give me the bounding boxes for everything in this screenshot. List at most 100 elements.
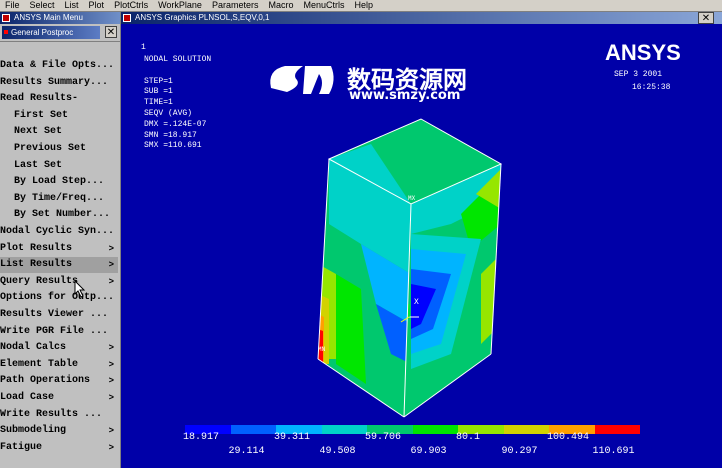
submenu-arrow-icon: > xyxy=(108,343,114,354)
menu-file[interactable]: File xyxy=(0,0,25,11)
legend-color-swatch xyxy=(412,425,458,434)
main-menu-item-label: Nodal Calcs xyxy=(0,342,67,354)
menu-parameters[interactable]: Parameters xyxy=(207,0,264,11)
legend-tick-label: 29.114 xyxy=(228,446,265,457)
main-menu-item-label: Last Set xyxy=(14,159,63,171)
main-menu-item[interactable]: Next Set xyxy=(0,124,118,140)
menu-menuctrls[interactable]: MenuCtrls xyxy=(298,0,349,11)
menu-help[interactable]: Help xyxy=(350,0,379,11)
submenu-arrow-icon: > xyxy=(108,442,114,453)
main-menu-window: ANSYS Main Menu General Postproc ✕ Data … xyxy=(0,12,122,468)
legend-color-swatch xyxy=(321,425,367,434)
main-menu-item-label: First Set xyxy=(14,109,69,121)
main-menu-item-label: By Load Step... xyxy=(14,176,105,188)
general-postproc-label: General Postproc xyxy=(11,28,74,37)
submenu-arrow-icon: > xyxy=(108,376,114,387)
main-menu-titlebar[interactable]: ANSYS Main Menu xyxy=(0,12,120,24)
legend-tick-label: 69.903 xyxy=(410,446,447,457)
menu-select[interactable]: Select xyxy=(25,0,60,11)
main-menu-item[interactable]: Write Results ... xyxy=(0,407,118,423)
main-menu-item[interactable]: Last Set xyxy=(0,158,118,174)
main-menu-item[interactable]: Path Operations > xyxy=(0,373,118,389)
legend-tick-label: 59.706 xyxy=(365,432,402,443)
main-menu-item[interactable]: Nodal Calcs > xyxy=(0,340,118,356)
main-menu-item-label: Write Results ... xyxy=(0,408,103,420)
main-menu-item-label: By Set Number... xyxy=(14,209,111,221)
submenu-arrow-icon: > xyxy=(108,393,114,403)
menu-plotctrls[interactable]: PlotCtrls xyxy=(109,0,153,11)
legend-tick-label: 49.508 xyxy=(319,446,356,457)
main-menu-item-label: Fatigue xyxy=(0,441,43,453)
main-menu-item-label: Next Set xyxy=(14,126,63,138)
main-menu-item-label: Load Case xyxy=(0,392,55,403)
mn-marker: MN xyxy=(318,346,326,353)
main-menu-item[interactable]: Read Results- xyxy=(0,91,118,107)
main-menu-item-label: Query Results xyxy=(0,275,79,287)
main-menu-item-label: Options for Outp... xyxy=(0,292,115,304)
collapse-indicator-icon xyxy=(4,30,8,34)
menu-list[interactable]: List xyxy=(60,0,84,11)
axis-x-label: X xyxy=(414,298,419,307)
legend-tick-label: 90.297 xyxy=(501,446,538,457)
legend-color-swatch xyxy=(594,425,640,434)
menu-plot[interactable]: Plot xyxy=(84,0,110,11)
ansys-window-icon xyxy=(2,14,10,22)
main-menu-item[interactable]: Write PGR File ... xyxy=(0,324,118,340)
main-menu-item[interactable]: Submodeling > xyxy=(0,423,118,439)
main-menu-item[interactable]: By Set Number... xyxy=(0,207,118,223)
main-menu-item[interactable]: By Time/Freq... xyxy=(0,191,118,207)
mouse-cursor-icon xyxy=(74,280,86,298)
main-menu-item[interactable]: Results Summary... xyxy=(0,75,118,91)
submenu-arrow-icon: > xyxy=(108,260,114,271)
main-menu-item[interactable]: List Results > xyxy=(0,257,118,274)
main-menu-item[interactable]: Element Table > xyxy=(0,357,118,373)
legend-tick-label: 100.494 xyxy=(547,432,590,443)
main-menu-item-label: Results Viewer ... xyxy=(0,309,109,320)
legend-tick-label: 110.691 xyxy=(592,446,635,457)
main-menu-item[interactable]: By Load Step... xyxy=(0,174,118,190)
main-menu-item[interactable]: Query Results > xyxy=(0,274,118,290)
main-menu-item-label: Data & File Opts... xyxy=(0,60,115,71)
submenu-arrow-icon: > xyxy=(108,276,114,287)
main-menu-item[interactable]: Options for Outp... xyxy=(0,290,118,306)
main-menu-item[interactable]: Results Viewer ... xyxy=(0,307,118,323)
main-menu-item-label: Path Operations xyxy=(0,375,91,387)
graphics-titlebar[interactable]: ANSYS Graphics PLNSOL,S,EQV,0,1 xyxy=(121,12,722,24)
main-menu-item[interactable]: First Set xyxy=(0,108,118,124)
main-menu-item[interactable]: Previous Set xyxy=(0,141,118,157)
submenu-arrow-icon: > xyxy=(108,426,114,437)
main-menu-item-label: By Time/Freq... xyxy=(14,192,105,204)
main-menu-item[interactable]: Fatigue > xyxy=(0,440,118,456)
main-menu-item-label: List Results xyxy=(0,259,73,271)
main-menu-item[interactable]: Load Case > xyxy=(0,390,118,406)
main-menu-item-label: Nodal Cyclic Syn... xyxy=(0,226,115,237)
general-postproc-tab[interactable]: General Postproc xyxy=(2,26,100,39)
menu-macro[interactable]: Macro xyxy=(263,0,298,11)
main-menu-item-label: Element Table xyxy=(0,358,79,370)
legend-tick-label: 80.1 xyxy=(456,432,481,443)
graphics-window: ANSYS Graphics PLNSOL,S,EQV,0,1 ✕ 1 NODA… xyxy=(121,12,722,468)
main-menu-item-label: Previous Set xyxy=(14,143,87,154)
legend-tick-label: 18.917 xyxy=(183,432,220,443)
legend-color-swatch xyxy=(503,425,549,434)
main-menu-item[interactable]: Nodal Cyclic Syn... xyxy=(0,224,118,240)
legend-tick-label: 39.311 xyxy=(274,432,311,443)
main-menu-item-label: Submodeling xyxy=(0,425,67,437)
close-main-menu-button[interactable]: ✕ xyxy=(105,26,117,38)
close-graphics-button[interactable]: ✕ xyxy=(698,12,714,24)
main-menu-item[interactable]: Data & File Opts... xyxy=(0,58,118,74)
contour-plot xyxy=(317,118,503,418)
mx-marker: MX xyxy=(408,195,416,202)
main-menu-item[interactable]: Plot Results > xyxy=(0,241,118,257)
main-menu-item-label: Write PGR File ... xyxy=(0,325,109,337)
menu-workplane[interactable]: WorkPlane xyxy=(153,0,207,11)
main-menu-title: ANSYS Main Menu xyxy=(14,13,83,22)
ansys-window-icon xyxy=(123,14,131,22)
main-menu-item-label: Read Results- xyxy=(0,93,79,105)
utility-menu-bar: File Select List Plot PlotCtrls WorkPlane Para… xyxy=(0,0,722,12)
graphics-title: ANSYS Graphics PLNSOL,S,EQV,0,1 xyxy=(135,13,270,22)
main-menu-item-label: Plot Results xyxy=(0,242,73,254)
main-menu-subbar: General Postproc ✕ xyxy=(0,25,120,42)
legend-color-swatch xyxy=(230,425,276,434)
main-menu-item-label: Results Summary... xyxy=(0,76,109,88)
